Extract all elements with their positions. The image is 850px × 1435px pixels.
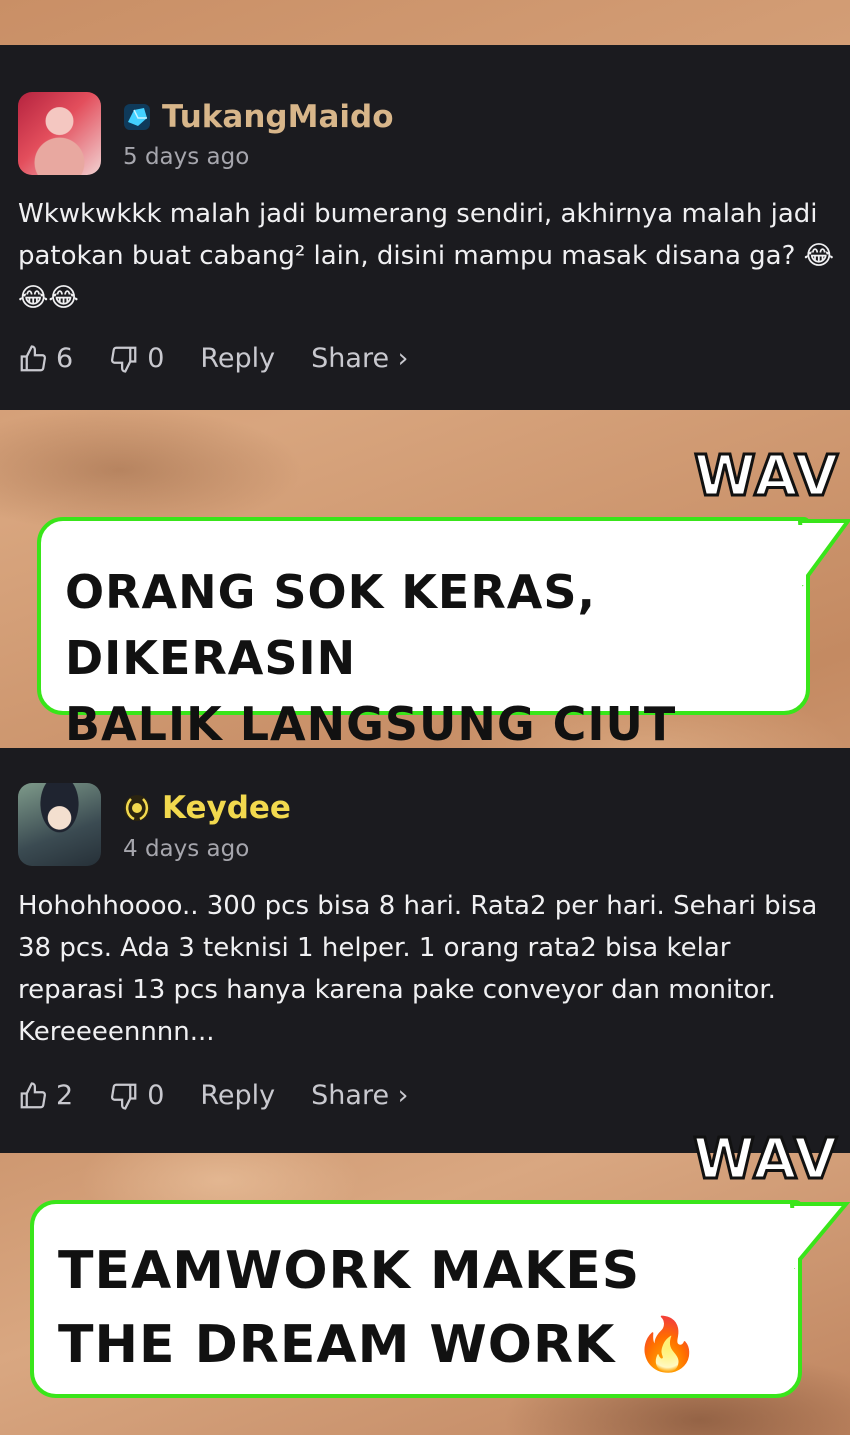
like-button[interactable]: 2 xyxy=(18,1080,73,1111)
wreath-badge-icon xyxy=(124,795,150,821)
share-button[interactable]: Share › xyxy=(311,1080,408,1111)
comment-card: TukangMaido 5 days ago Wkwkwkkk malah ja… xyxy=(0,45,850,410)
thumbs-up-icon xyxy=(20,344,46,371)
bubble-text: ORANG SOK KERAS, DIKERASIN BALIK LANGSUN… xyxy=(65,559,806,757)
comment-card: Keydee 4 days ago Hohohhoooo.. 300 pcs b… xyxy=(0,748,850,1153)
share-button[interactable]: Share › xyxy=(311,343,408,374)
comment-text: Wkwkwkkk malah jadi bumerang sendiri, ak… xyxy=(18,199,835,313)
dislike-button[interactable]: 0 xyxy=(109,1080,164,1111)
bubble-tail xyxy=(796,519,850,587)
speaker-label: WAV xyxy=(692,443,840,511)
bubble-line: TEAMWORK MAKES xyxy=(58,1241,641,1301)
speech-bubble: TEAMWORK MAKES THE DREAM WORK 🔥 xyxy=(30,1200,802,1398)
username[interactable]: TukangMaido xyxy=(162,99,394,135)
reply-button[interactable]: Reply xyxy=(200,1080,275,1111)
crystal-badge-icon xyxy=(124,104,150,130)
thumbs-down-icon xyxy=(111,346,137,373)
username[interactable]: Keydee xyxy=(162,790,291,826)
comment-actions: 6 0 Reply Share › xyxy=(18,343,444,374)
dislike-count: 0 xyxy=(147,1080,165,1111)
timestamp: 4 days ago xyxy=(123,836,250,862)
avatar[interactable] xyxy=(18,92,101,175)
like-button[interactable]: 6 xyxy=(18,343,73,374)
thumbs-down-icon xyxy=(111,1083,137,1110)
dislike-count: 0 xyxy=(147,343,165,374)
bubble-line: THE DREAM WORK 🔥 xyxy=(58,1315,701,1375)
speech-bubble: ORANG SOK KERAS, DIKERASIN BALIK LANGSUN… xyxy=(37,517,810,751)
speaker-label: WAV xyxy=(691,1126,839,1194)
comment-author-row: TukangMaido xyxy=(122,99,394,135)
thumbs-up-icon xyxy=(20,1081,46,1108)
like-count: 6 xyxy=(56,343,74,374)
comment-author-row: Keydee xyxy=(122,790,291,826)
bubble-line: ORANG SOK KERAS, DIKERASIN xyxy=(65,565,596,685)
avatar[interactable] xyxy=(18,783,101,866)
bubble-tail xyxy=(788,1202,850,1270)
comment-text: Hohohhoooo.. 300 pcs bisa 8 hari. Rata2 … xyxy=(18,891,818,1047)
reply-button[interactable]: Reply xyxy=(200,343,275,374)
timestamp: 5 days ago xyxy=(123,144,250,170)
comment-actions: 2 0 Reply Share › xyxy=(18,1080,444,1111)
dislike-button[interactable]: 0 xyxy=(109,343,164,374)
bubble-text: TEAMWORK MAKES THE DREAM WORK 🔥 xyxy=(58,1234,700,1382)
like-count: 2 xyxy=(56,1080,74,1111)
